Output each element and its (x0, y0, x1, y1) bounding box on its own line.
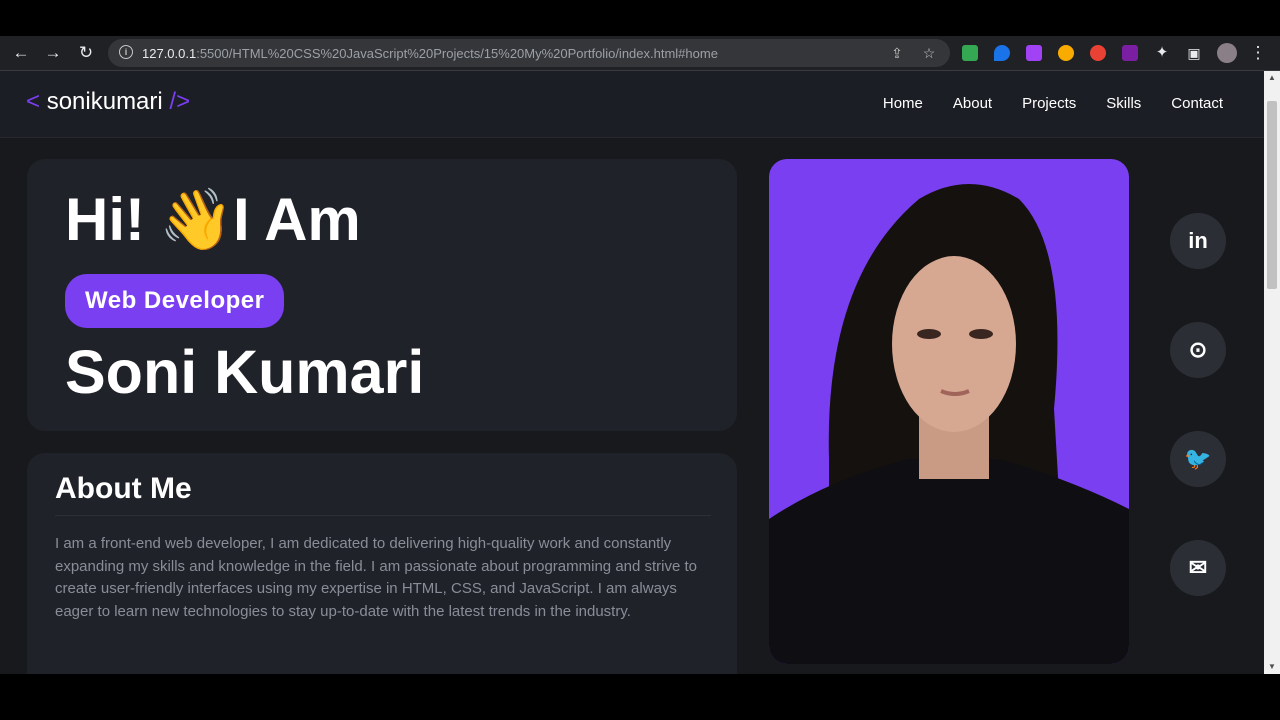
side-panel-icon[interactable]: ▣ (1183, 42, 1205, 64)
linkedin-icon[interactable]: in (1170, 213, 1226, 269)
extensions-puzzle-icon[interactable]: ✦ (1151, 42, 1173, 64)
hero-name: Soni Kumari (65, 338, 425, 406)
logo-open-bracket: < (26, 88, 41, 115)
about-card: About Me I am a front-end web developer,… (27, 453, 737, 674)
scroll-up-icon[interactable]: ▲ (1264, 71, 1280, 85)
address-bar[interactable]: i 127.0.0.1:5500/HTML%20CSS%20JavaScript… (108, 39, 950, 67)
reload-icon[interactable]: ↻ (75, 42, 97, 64)
about-divider (55, 515, 711, 516)
site-info-icon[interactable]: i (119, 45, 133, 59)
back-icon[interactable]: ← (10, 42, 32, 64)
page-scrollbar[interactable]: ▲ ▼ (1264, 71, 1280, 674)
share-icon[interactable]: ⇪ (888, 44, 906, 62)
site-header: < sonikumari /> Home About Projects Skil… (0, 71, 1264, 138)
scroll-down-icon[interactable]: ▼ (1264, 660, 1280, 674)
browser-window: ← → ↻ i 127.0.0.1:5500/HTML%20CSS%20Java… (0, 36, 1280, 674)
about-title: About Me (55, 472, 192, 505)
logo-name: sonikumari (46, 88, 163, 115)
bookmark-star-icon[interactable]: ☆ (920, 44, 938, 62)
scroll-thumb[interactable] (1267, 101, 1277, 289)
extension-w-icon[interactable] (1122, 45, 1138, 61)
forward-icon[interactable]: → (42, 42, 64, 64)
github-icon[interactable]: ⊙ (1170, 322, 1226, 378)
greeting-rest: I Am (232, 186, 361, 253)
url-text[interactable]: 127.0.0.1:5500/HTML%20CSS%20JavaScript%2… (142, 46, 718, 61)
extension-ring-icon[interactable] (1058, 45, 1074, 61)
greeting-heading: Hi! 👋I Am (65, 184, 361, 255)
role-badge: Web Developer (65, 274, 285, 328)
menu-kebab-icon[interactable]: ⋮ (1247, 42, 1269, 64)
main-nav: Home About Projects Skills Contact (883, 95, 1223, 112)
extension-sheets-icon[interactable] (962, 45, 978, 61)
greeting-hi: Hi! (65, 186, 145, 253)
nav-skills[interactable]: Skills (1106, 95, 1141, 112)
nav-home[interactable]: Home (883, 95, 923, 112)
portrait-illustration (769, 184, 1129, 664)
portfolio-page: < sonikumari /> Home About Projects Skil… (0, 71, 1264, 674)
profile-avatar[interactable] (1217, 43, 1237, 63)
extension-color-icon[interactable] (1090, 45, 1106, 61)
profile-photo (769, 159, 1129, 664)
waving-hand-icon: 👋 (158, 186, 234, 253)
extension-drop-icon[interactable] (994, 45, 1010, 61)
about-text: I am a front-end web developer, I am ded… (55, 535, 698, 620)
browser-toolbar: ← → ↻ i 127.0.0.1:5500/HTML%20CSS%20Java… (0, 36, 1280, 71)
nav-contact[interactable]: Contact (1171, 95, 1223, 112)
nav-projects[interactable]: Projects (1022, 95, 1076, 112)
extension-pen-icon[interactable] (1026, 45, 1042, 61)
mail-icon[interactable]: ✉ (1170, 540, 1226, 596)
nav-about[interactable]: About (953, 95, 992, 112)
twitter-icon[interactable]: 🐦 (1170, 431, 1226, 487)
logo-close-bracket: /> (169, 88, 191, 115)
hero-card: Hi! 👋I Am Web Developer Soni Kumari (27, 159, 737, 431)
site-logo[interactable]: < sonikumari /> (26, 88, 190, 116)
